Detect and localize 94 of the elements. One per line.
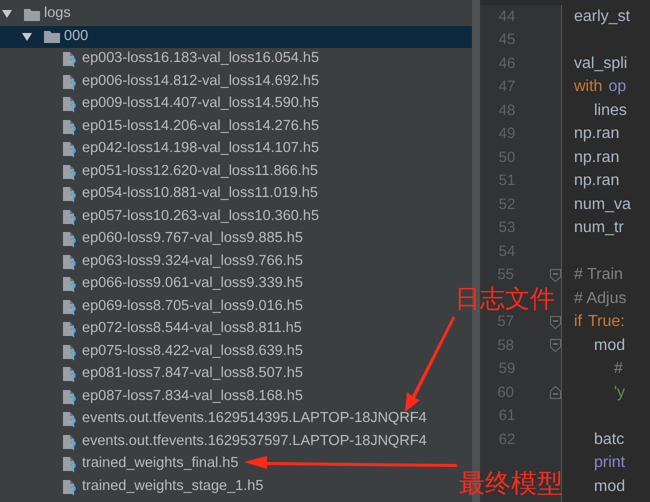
folder-item[interactable]: 000	[0, 26, 472, 48]
file-item[interactable]: ep057-loss10.263-val_loss10.360.h5	[0, 206, 322, 228]
file-item[interactable]: ep072-loss8.544-val_loss8.811.h5	[0, 318, 304, 340]
unknown-file-icon	[62, 298, 78, 316]
unknown-file-icon	[62, 365, 78, 384]
folder-item[interactable]: logs	[0, 3, 73, 26]
item-label: ep009-loss14.407-val_loss14.590.h5	[82, 94, 320, 114]
unknown-file-icon	[62, 455, 78, 474]
file-item[interactable]: ep066-loss9.061-val_loss9.339.h5	[0, 273, 305, 296]
file-item[interactable]: ep063-loss9.324-val_loss9.766.h5	[0, 250, 305, 273]
item-label: ep087-loss7.834-val_loss8.168.h5	[82, 386, 303, 406]
code-text: np.ran	[574, 124, 620, 144]
code-text: batc	[594, 430, 624, 450]
item-label: 000	[64, 26, 88, 46]
unknown-file-icon	[62, 410, 78, 428]
item-label: ep003-loss16.183-val_loss16.054.h5	[82, 49, 320, 68]
file-item[interactable]: ep054-loss10.881-val_loss11.019.h5	[0, 183, 320, 206]
item-label: ep057-loss10.263-val_loss10.360.h5	[82, 206, 320, 226]
unknown-file-icon	[62, 72, 78, 91]
code-text: if	[574, 312, 582, 332]
unknown-file-icon	[62, 118, 78, 136]
code-text: early_st	[574, 6, 630, 27]
code-text: op	[608, 77, 626, 98]
code-text: mod	[594, 336, 626, 356]
unknown-file-icon	[62, 320, 78, 338]
item-label: ep066-loss9.061-val_loss9.339.h5	[82, 274, 303, 294]
item-label: trained_weights_stage_1.h5	[82, 476, 264, 496]
item-label: ep069-loss8.705-val_loss9.016.h5	[82, 296, 303, 316]
code-text: np.ran	[574, 171, 620, 192]
code-text: True:	[588, 312, 625, 332]
file-item[interactable]: events.out.tfevents.1629514395.LAPTOP-18JNQRF4	[0, 408, 429, 430]
item-label: trained_weights_final.h5	[82, 454, 238, 474]
code-text: # Train	[574, 265, 623, 286]
unknown-file-icon	[62, 432, 78, 451]
file-item[interactable]: ep003-loss16.183-val_loss16.054.h5	[0, 48, 322, 70]
file-item[interactable]: trained_weights_final.h5	[0, 453, 240, 476]
item-label: ep063-loss9.324-val_loss9.766.h5	[82, 252, 303, 271]
unknown-file-icon	[62, 208, 78, 226]
file-item[interactable]: ep081-loss7.847-val_loss8.507.h5	[0, 363, 305, 386]
file-item[interactable]: ep051-loss12.620-val_loss11.866.h5	[0, 160, 320, 183]
file-item[interactable]: ep060-loss9.767-val_loss9.885.h5	[0, 228, 305, 250]
unknown-file-icon	[62, 95, 78, 114]
unknown-file-icon	[62, 252, 78, 271]
code-text: #	[614, 359, 623, 380]
file-item[interactable]: ep042-loss14.198-val_loss14.107.h5	[0, 138, 322, 160]
item-label: ep006-loss14.812-val_loss14.692.h5	[82, 72, 320, 91]
code-text: # Adjus	[574, 288, 626, 309]
file-item[interactable]: ep006-loss14.812-val_loss14.692.h5	[0, 70, 322, 93]
code-text: print	[594, 453, 626, 474]
code-text: mod	[594, 476, 626, 497]
file-item[interactable]: ep069-loss8.705-val_loss9.016.h5	[0, 296, 305, 318]
code-text: num_va	[574, 194, 631, 215]
fold-marker-icon[interactable]	[550, 339, 561, 352]
fold-marker-icon[interactable]	[550, 386, 561, 400]
item-label: ep075-loss8.422-val_loss8.639.h5	[82, 342, 303, 361]
file-item[interactable]: ep015-loss14.206-val_loss14.276.h5	[0, 116, 322, 138]
file-item[interactable]: events.out.tfevents.1629537597.LAPTOP-18JNQRF4	[0, 430, 429, 453]
item-label: ep072-loss8.544-val_loss8.811.h5	[82, 319, 302, 338]
item-label: ep054-loss10.881-val_loss11.019.h5	[82, 184, 318, 204]
code-text: lines	[594, 100, 627, 121]
annotation-label: 最终模型	[459, 470, 563, 496]
file-item[interactable]: ep009-loss14.407-val_loss14.590.h5	[0, 93, 322, 116]
unknown-file-icon	[62, 185, 78, 204]
code-text: 'y	[614, 382, 626, 403]
annotation-label: 日志文件	[455, 287, 555, 312]
item-label: ep081-loss7.847-val_loss8.507.h5	[82, 364, 303, 384]
unknown-file-icon	[62, 162, 78, 181]
code-text: num_tr	[574, 218, 624, 238]
folder-icon	[44, 30, 60, 44]
item-label: ep060-loss9.767-val_loss9.885.h5	[82, 229, 303, 248]
unknown-file-icon	[62, 342, 78, 361]
code-text: val_spli	[574, 54, 628, 74]
unknown-file-icon	[62, 388, 78, 406]
item-label: ep042-loss14.198-val_loss14.107.h5	[82, 139, 320, 158]
unknown-file-icon	[62, 478, 78, 496]
item-label: logs	[44, 4, 71, 24]
file-item[interactable]: ep075-loss8.422-val_loss8.639.h5	[0, 340, 305, 363]
item-label: ep015-loss14.206-val_loss14.276.h5	[82, 116, 320, 136]
code-text: with	[574, 77, 602, 98]
unknown-file-icon	[62, 275, 78, 294]
item-label: ep051-loss12.620-val_loss11.866.h5	[82, 162, 318, 181]
unknown-file-icon	[62, 230, 78, 248]
item-label: events.out.tfevents.1629514395.LAPTOP-18JNQRF4	[82, 409, 427, 428]
item-label: events.out.tfevents.1629537597.LAPTOP-18JNQRF4	[82, 432, 427, 451]
fold-marker-icon[interactable]	[550, 316, 561, 329]
unknown-file-icon	[62, 50, 78, 68]
fold-marker-icon[interactable]	[550, 268, 561, 282]
file-item[interactable]: trained_weights_stage_1.h5	[0, 476, 266, 498]
folder-icon	[24, 8, 40, 21]
code-text: np.ran	[574, 148, 620, 168]
file-item[interactable]: ep087-loss7.834-val_loss8.168.h5	[0, 386, 305, 408]
expanded-arrow-icon[interactable]	[22, 32, 32, 42]
unknown-file-icon	[62, 140, 78, 158]
expanded-arrow-icon[interactable]	[2, 9, 12, 20]
